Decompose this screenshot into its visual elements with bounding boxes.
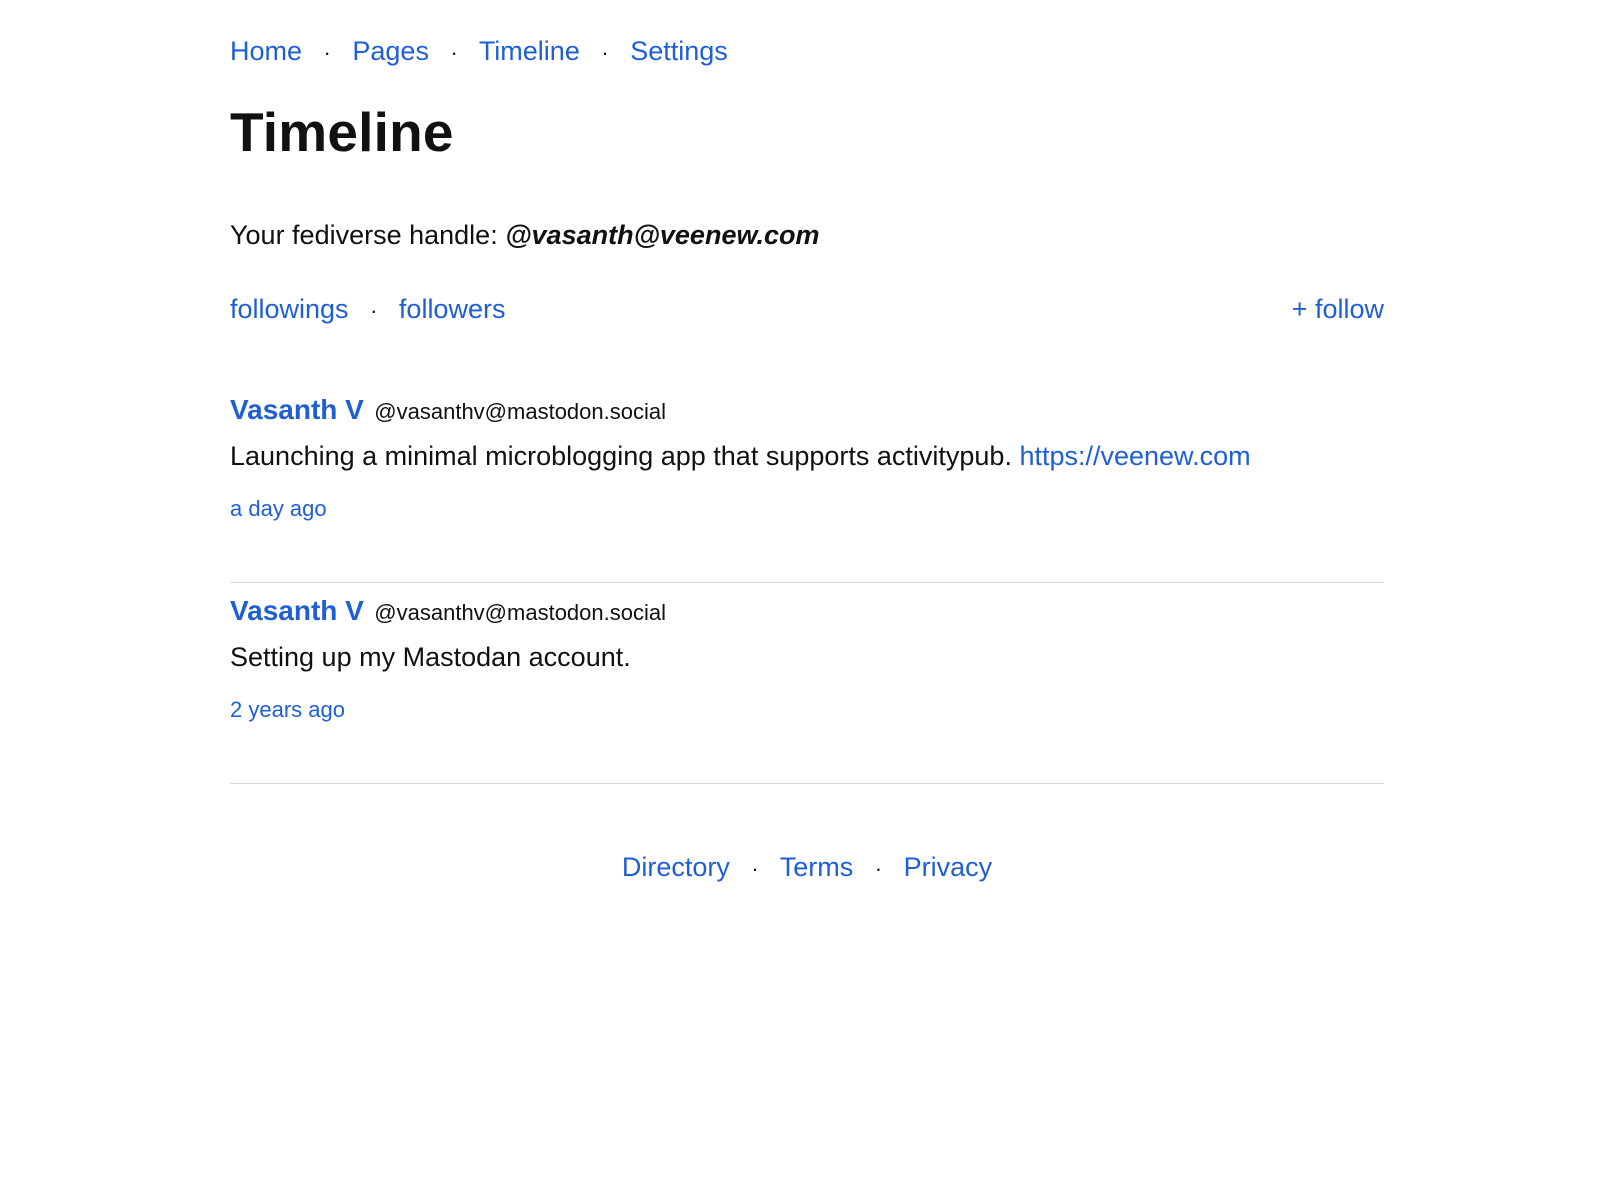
nav-link-timeline[interactable]: Timeline bbox=[479, 36, 580, 66]
followers-link[interactable]: followers bbox=[399, 294, 506, 324]
post-author-link[interactable]: Vasanth V bbox=[230, 394, 364, 425]
footer-navigation: Directory · Terms · Privacy bbox=[230, 847, 1384, 889]
nav-link-home[interactable]: Home bbox=[230, 36, 302, 66]
footer-separator: · bbox=[751, 855, 759, 881]
post-content: Setting up my Mastodan account. bbox=[230, 637, 631, 677]
add-follow-link[interactable]: + follow bbox=[1292, 289, 1384, 329]
post-account-handle: @vasanthv@mastodon.social bbox=[374, 399, 666, 424]
post-item: Vasanth V @vasanthv@mastodon.social Sett… bbox=[230, 583, 1384, 784]
post-content: Launching a minimal microblogging app th… bbox=[230, 436, 1251, 476]
post-item: Vasanth V @vasanthv@mastodon.social Laun… bbox=[230, 382, 1384, 583]
top-navigation: Home · Pages · Timeline · Settings bbox=[230, 31, 728, 73]
post-timestamp-link[interactable]: 2 years ago bbox=[230, 695, 345, 725]
nav-separator: · bbox=[601, 39, 609, 65]
nav-link-pages[interactable]: Pages bbox=[352, 36, 429, 66]
fediverse-handle-line: Your fediverse handle: @vasanth@veenew.c… bbox=[230, 215, 819, 255]
nav-separator: · bbox=[450, 39, 458, 65]
nav-link-settings[interactable]: Settings bbox=[630, 36, 728, 66]
footer-link-directory[interactable]: Directory bbox=[622, 852, 730, 882]
footer-link-terms[interactable]: Terms bbox=[780, 852, 854, 882]
page-title: Timeline bbox=[230, 101, 454, 163]
footer-separator: · bbox=[874, 855, 883, 881]
follow-row: followings · followers + follow bbox=[230, 289, 1384, 329]
follow-separator: · bbox=[370, 297, 378, 323]
post-link[interactable]: https://veenew.com bbox=[1019, 441, 1250, 471]
post-text: Setting up my Mastodan account. bbox=[230, 642, 631, 672]
fediverse-handle: @vasanth@veenew.com bbox=[505, 220, 820, 250]
footer-link-privacy[interactable]: Privacy bbox=[904, 852, 993, 882]
post-header: Vasanth V @vasanthv@mastodon.social bbox=[230, 591, 666, 636]
post-text: Launching a minimal microblogging app th… bbox=[230, 441, 1020, 471]
post-author-link[interactable]: Vasanth V bbox=[230, 595, 364, 626]
post-timestamp-link[interactable]: a day ago bbox=[230, 494, 327, 524]
post-account-handle: @vasanthv@mastodon.social bbox=[374, 600, 666, 625]
timeline-posts: Vasanth V @vasanthv@mastodon.social Laun… bbox=[230, 382, 1384, 784]
handle-label: Your fediverse handle: bbox=[230, 220, 506, 250]
followings-link[interactable]: followings bbox=[230, 294, 349, 324]
post-header: Vasanth V @vasanthv@mastodon.social bbox=[230, 390, 666, 435]
nav-separator: · bbox=[323, 39, 331, 65]
